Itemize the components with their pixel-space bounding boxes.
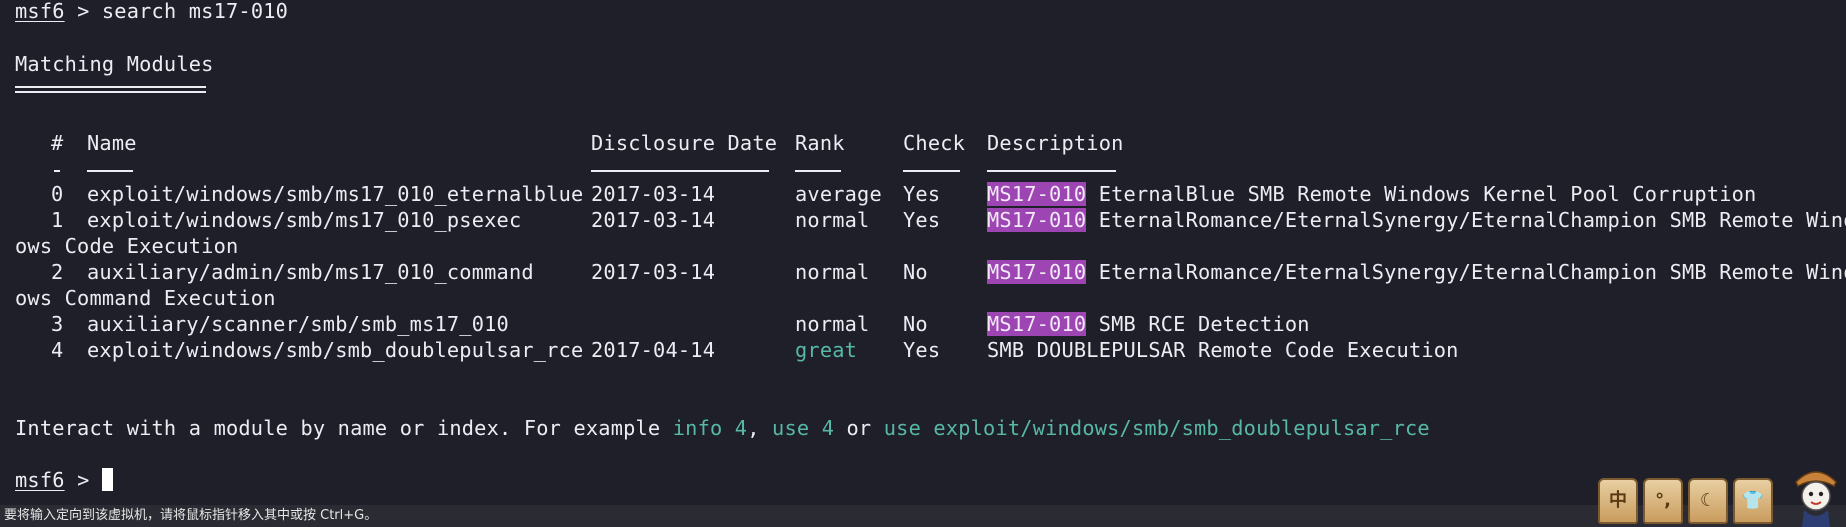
punctuation-icon[interactable]: °, [1643, 478, 1683, 524]
row-description-text: SMB RCE Detection [1086, 312, 1310, 336]
status-message: 要将输入定向到该虚拟机，请将鼠标指针移入其中或按 Ctrl+G。 [4, 508, 378, 523]
row-check: Yes [903, 338, 941, 362]
row-rank: normal [795, 312, 870, 336]
row-check: Yes [903, 208, 941, 232]
row-check: No [903, 312, 928, 336]
row-num: 2 [51, 260, 64, 284]
table-row: 1 exploit/windows/smb/ms17_010_psexec 20… [0, 207, 1846, 233]
row-check: Yes [903, 182, 941, 206]
row-date: 2017-03-14 [591, 260, 716, 284]
command-line: msf6 > search ms17-010 [15, 0, 288, 24]
row-date: 2017-03-14 [591, 208, 716, 232]
hint-command-info: info 4 [672, 416, 748, 440]
row-num: 4 [51, 338, 64, 362]
shirt-icon[interactable]: 👕 [1733, 478, 1773, 524]
row-date: 2017-03-14 [591, 182, 716, 206]
heading-underline [15, 86, 206, 93]
row-name: exploit/windows/smb/ms17_010_eternalblue [87, 182, 584, 206]
hint-command-use-name: use exploit/windows/smb/smb_doublepulsar… [883, 416, 1430, 440]
col-description: Description [987, 131, 1124, 155]
header-dash-check [903, 170, 960, 172]
header-dash-description [987, 170, 1116, 172]
row-date: 2017-04-14 [591, 338, 716, 362]
row-rank: normal [795, 208, 870, 232]
active-prompt[interactable]: msf6 > [15, 467, 113, 493]
row-check: No [903, 260, 928, 284]
prompt-label: msf6 [15, 0, 65, 23]
row-description-wrap: ows Command Execution [15, 286, 276, 310]
header-dash-rank [795, 170, 841, 172]
table-row: 4 exploit/windows/smb/smb_doublepulsar_r… [0, 337, 1846, 363]
table-row: 3 auxiliary/scanner/smb/smb_ms17_010 nor… [0, 311, 1846, 337]
mascot-icon[interactable] [1790, 462, 1842, 527]
header-dash-name [87, 170, 133, 172]
row-description: SMB DOUBLEPULSAR Remote Code Execution [987, 338, 1459, 362]
row-description-text: EternalRomance/EternalSynergy/EternalCha… [1086, 260, 1846, 284]
row-num: 1 [51, 208, 64, 232]
col-check: Check [903, 131, 966, 155]
interact-prefix: Interact with a module by name or index.… [15, 416, 673, 440]
col-num: # [51, 131, 64, 155]
header-dash-num [54, 170, 60, 172]
command-text: search ms17-010 [101, 0, 289, 23]
row-name: auxiliary/scanner/smb/smb_ms17_010 [87, 312, 509, 336]
row-num: 3 [51, 312, 64, 336]
prompt-separator: > [64, 468, 102, 492]
search-match-highlight: MS17-010 [987, 208, 1087, 232]
search-match-highlight: MS17-010 [987, 260, 1087, 284]
row-num: 0 [51, 182, 64, 206]
hint-separator: , [747, 416, 773, 440]
row-rank: normal [795, 260, 870, 284]
table-row: 2 auxiliary/admin/smb/ms17_010_command 2… [0, 259, 1846, 285]
hint-command-use-index: use 4 [772, 416, 835, 440]
prompt-separator: > [64, 0, 102, 23]
table-row: 0 exploit/windows/smb/ms17_010_eternalbl… [0, 181, 1846, 207]
row-name: exploit/windows/smb/ms17_010_psexec [87, 208, 522, 232]
row-description-wrap: ows Code Execution [15, 234, 239, 258]
matching-modules-heading: Matching Modules [15, 52, 214, 76]
row-rank: great [795, 338, 858, 362]
row-description: MS17-010 SMB RCE Detection [987, 311, 1310, 337]
row-name: auxiliary/admin/smb/ms17_010_command [87, 260, 534, 284]
search-match-highlight: MS17-010 [987, 312, 1087, 336]
col-rank: Rank [795, 131, 845, 155]
chinese-input-icon[interactable]: 中 [1598, 478, 1638, 524]
chinese-input-glyph: 中 [1609, 490, 1627, 511]
interact-hint: Interact with a module by name or index.… [15, 415, 1430, 441]
punctuation-glyph: °, [1655, 490, 1671, 511]
table-header: # Name Disclosure Date Rank Check Descri… [0, 130, 1846, 156]
shirt-glyph: 👕 [1741, 490, 1765, 511]
row-rank: average [795, 182, 882, 206]
row-description: MS17-010 EternalRomance/EternalSynergy/E… [987, 259, 1846, 285]
row-description: MS17-010 EternalBlue SMB Remote Windows … [987, 181, 1756, 207]
prompt-label: msf6 [15, 468, 65, 492]
hint-separator: or [834, 416, 884, 440]
row-description-text: EternalRomance/EternalSynergy/EternalCha… [1086, 208, 1846, 232]
col-disclosure-date: Disclosure Date [591, 131, 778, 155]
row-description-text: EternalBlue SMB Remote Windows Kernel Po… [1086, 182, 1757, 206]
header-dash-date [591, 170, 769, 172]
moon-icon[interactable]: ☾ [1688, 478, 1728, 524]
terminal-window[interactable]: msf6 > search ms17-010 Matching Modules … [0, 0, 1846, 500]
vm-status-bar: 要将输入定向到该虚拟机，请将鼠标指针移入其中或按 Ctrl+G。 [0, 505, 1846, 527]
moon-glyph: ☾ [1699, 490, 1717, 511]
row-name: exploit/windows/smb/smb_doublepulsar_rce [87, 338, 584, 362]
text-cursor [101, 468, 113, 491]
col-name: Name [87, 131, 137, 155]
row-description: MS17-010 EternalRomance/EternalSynergy/E… [987, 207, 1846, 233]
search-match-highlight: MS17-010 [987, 182, 1087, 206]
